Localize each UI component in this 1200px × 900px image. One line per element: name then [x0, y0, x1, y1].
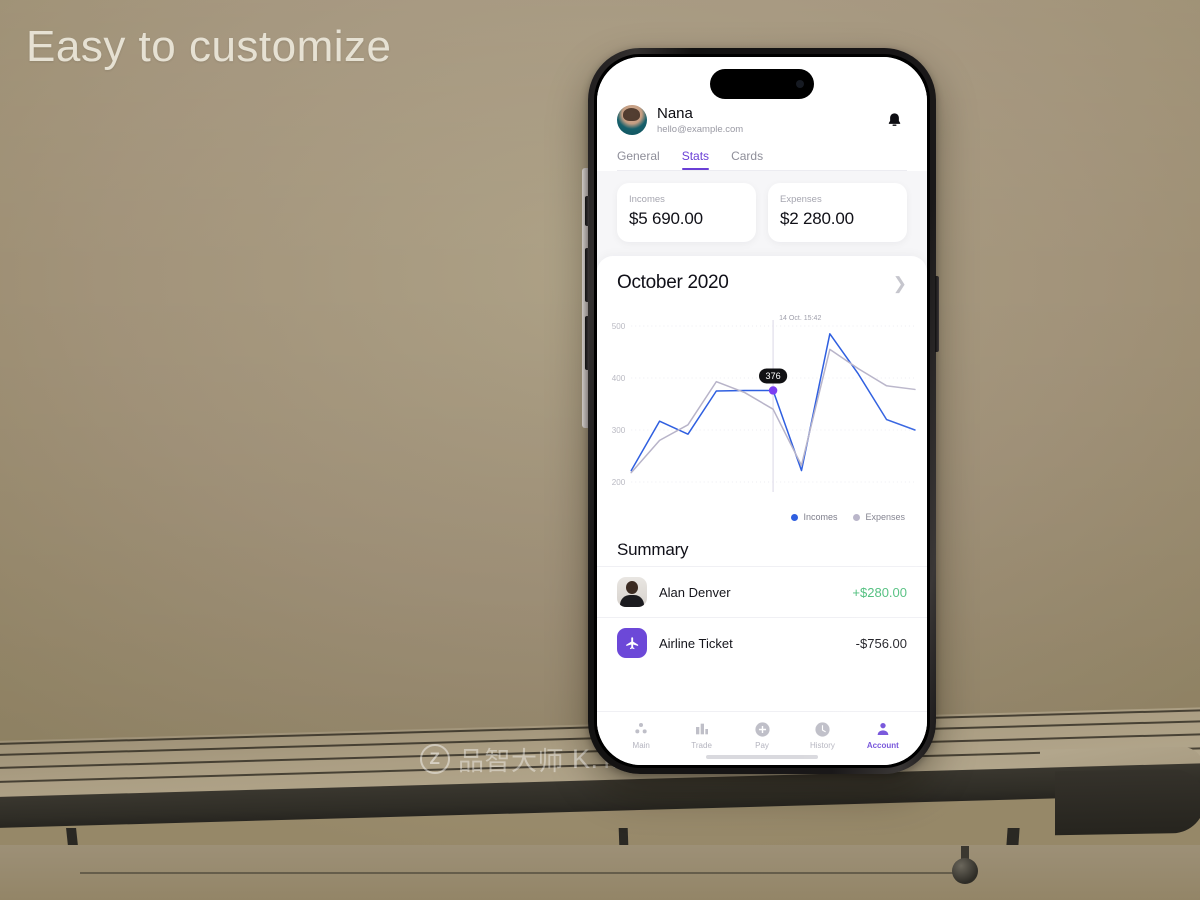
chart-active-point[interactable] — [768, 386, 778, 395]
nav-item-main[interactable]: Main — [611, 720, 671, 750]
front-camera-icon — [796, 80, 804, 88]
phone-screen: Nana hello@example.com General Stats Car… — [597, 57, 927, 765]
nav-label-history: History — [809, 741, 835, 750]
stat-card-expenses[interactable]: Expenses $2 280.00 — [768, 183, 907, 243]
nav-item-trade[interactable]: Trade — [671, 720, 731, 750]
nav-item-account[interactable]: Account — [853, 720, 913, 750]
tab-cards[interactable]: Cards — [731, 149, 763, 170]
summary-amount: -$756.00 — [855, 635, 907, 651]
volume-down-button[interactable] — [585, 316, 589, 370]
chart-container[interactable]: 200 300 400 500 14 Oct. 15:42 376 — [597, 308, 927, 508]
tab-general[interactable]: General — [617, 149, 660, 170]
summary-name: Alan Denver — [659, 584, 731, 600]
y-axis-tick-label: 500 — [612, 322, 626, 331]
nav-item-history[interactable]: History — [792, 720, 852, 750]
chevron-right-icon[interactable]: ❯ — [893, 275, 907, 292]
y-axis-tick-label: 200 — [612, 478, 626, 487]
headline-text: Easy to customize — [26, 22, 392, 71]
table-knob — [952, 858, 978, 884]
home-indicator[interactable] — [706, 755, 818, 759]
y-axis-tick-label: 300 — [612, 426, 626, 435]
person-icon — [875, 720, 891, 738]
list-item[interactable]: Alan Denver +$280.00 — [597, 566, 927, 617]
nav-label-main: Main — [632, 741, 650, 750]
legend-dot-incomes — [791, 513, 799, 521]
dynamic-island — [710, 69, 814, 99]
nav-item-pay[interactable]: Pay — [732, 720, 792, 750]
legend-label-expenses: Expenses — [865, 512, 905, 523]
legend-label-incomes: Incomes — [803, 512, 838, 523]
table-cross-rod — [80, 872, 960, 874]
chart-cursor-label: 14 Oct. 15:42 — [779, 315, 821, 322]
table-edge-right-cap — [1055, 768, 1200, 836]
silent-switch-button[interactable] — [585, 196, 589, 226]
legend-dot-expenses — [853, 513, 861, 521]
user-meta: Nana hello@example.com — [657, 105, 871, 135]
plus-circle-icon — [754, 720, 771, 738]
stats-sheet: October 2020 ❯ 200 300 400 500 14 Oct. 15:42… — [597, 256, 927, 711]
dots-grid-icon — [633, 720, 649, 738]
summary-amount: +$280.00 — [852, 584, 907, 600]
stat-value-incomes: $5 690.00 — [629, 209, 703, 229]
list-item[interactable]: Airline Ticket -$756.00 — [597, 617, 927, 668]
stat-card-incomes[interactable]: Incomes $5 690.00 — [617, 183, 756, 243]
airplane-icon — [617, 628, 647, 659]
chart-legend: Incomes Expenses — [597, 508, 927, 522]
user-name: Nana — [657, 105, 693, 122]
volume-up-button[interactable] — [585, 248, 589, 302]
bar-chart-icon — [694, 720, 710, 738]
clock-icon — [814, 720, 831, 738]
tab-stats[interactable]: Stats — [681, 149, 710, 171]
app-content: Incomes $5 690.00 Expenses $2 280.00 Oct… — [597, 171, 927, 711]
avatar[interactable] — [617, 105, 647, 136]
nav-label-account: Account — [866, 741, 899, 750]
nav-label-pay: Pay — [755, 741, 769, 750]
summary-title: Summary — [617, 540, 689, 560]
stat-label-expenses: Expenses — [780, 194, 822, 206]
stat-value-expenses: $2 280.00 — [780, 209, 854, 229]
phone-device: Nana hello@example.com General Stats Car… — [582, 48, 939, 774]
phone-bezel: Nana hello@example.com General Stats Car… — [594, 54, 930, 768]
stat-card-row: Incomes $5 690.00 Expenses $2 280.00 — [597, 171, 927, 257]
summary-name: Airline Ticket — [659, 635, 733, 651]
bell-icon[interactable] — [881, 107, 907, 133]
user-email: hello@example.com — [657, 124, 744, 136]
period-title: October 2020 — [617, 272, 729, 294]
legend-item-incomes: Incomes — [791, 512, 837, 522]
legend-item-expenses: Expenses — [853, 512, 905, 522]
chart-tooltip-value: 376 — [766, 371, 781, 381]
nav-label-trade: Trade — [691, 741, 712, 750]
tab-bar: General Stats Cards — [617, 149, 907, 171]
period-selector[interactable]: October 2020 ❯ — [597, 272, 927, 300]
person-photo-icon — [617, 577, 647, 608]
power-button[interactable] — [935, 276, 939, 352]
y-axis-tick-label: 400 — [612, 374, 626, 383]
user-row[interactable]: Nana hello@example.com — [617, 105, 907, 135]
stat-label-incomes: Incomes — [629, 194, 665, 206]
line-chart[interactable]: 200 300 400 500 14 Oct. 15:42 376 — [597, 308, 919, 508]
